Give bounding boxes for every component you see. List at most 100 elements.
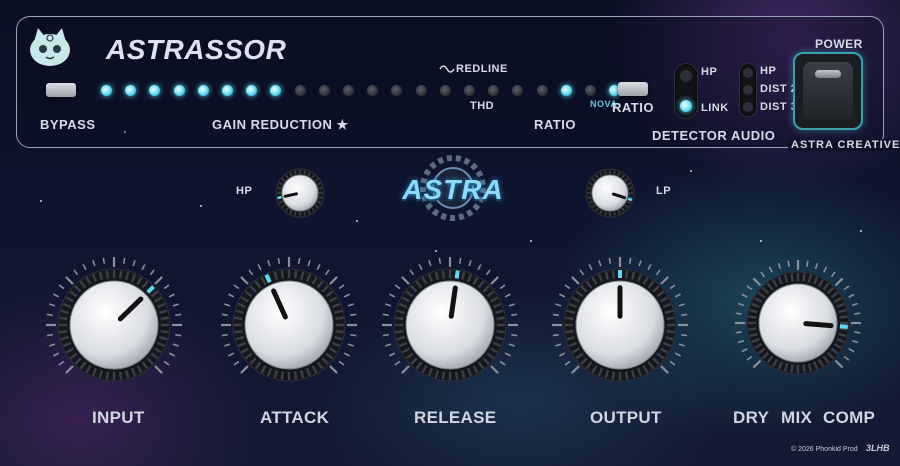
knob-grip-notch — [105, 371, 110, 380]
output-label: OUTPUT — [590, 408, 662, 427]
meter-led — [439, 85, 451, 96]
knob-scale-tick — [564, 360, 571, 366]
power-button[interactable] — [793, 52, 863, 130]
mascot-logo-icon — [26, 24, 74, 68]
knob-scale-tick — [329, 365, 338, 374]
meter-led — [464, 85, 475, 96]
astra-logo-text: ASTRA — [402, 174, 504, 205]
audio-dist2-dot — [743, 85, 753, 95]
knob-scale-tick — [257, 264, 262, 271]
knob-scale-tick — [823, 266, 828, 273]
knob-scale-tick — [343, 352, 350, 357]
knob-grip-notch — [277, 187, 282, 190]
meter-led — [294, 85, 306, 96]
knob-scale-tick — [768, 266, 773, 273]
knob-indicator-tick — [454, 270, 460, 279]
knob-scale-tick — [394, 284, 401, 290]
bypass-label: BYPASS — [40, 117, 96, 132]
audio-option-dist2: DIST 2 — [760, 83, 798, 95]
meter-led — [318, 85, 330, 96]
knob-scale-tick — [854, 331, 861, 334]
knob-scale-tick — [141, 264, 146, 271]
mix-knob[interactable] — [733, 258, 863, 388]
detector-switch[interactable] — [675, 64, 697, 118]
audio-switch[interactable] — [740, 64, 756, 116]
knob-scale-tick — [669, 360, 676, 366]
knob-scale-tick — [843, 355, 850, 361]
attack-knob[interactable] — [219, 255, 359, 395]
ratio-button-label: RATIO — [612, 100, 654, 115]
knob-scale-tick — [350, 333, 357, 337]
knob-scale-tick — [598, 260, 602, 267]
knob-scale-tick — [834, 359, 844, 369]
knob-scale-tick — [490, 365, 499, 374]
ratio-label: RATIO — [534, 117, 576, 132]
knob-cap — [405, 280, 495, 370]
knob-scale-tick — [163, 284, 170, 290]
output-knob[interactable] — [550, 255, 690, 395]
thd-label: THD — [470, 100, 495, 112]
knob-grip-notch — [59, 316, 68, 321]
knob-indicator-tick — [839, 324, 849, 329]
knob-scale-tick — [741, 293, 748, 298]
audio-option-hp: HP — [760, 65, 777, 77]
audio-dist3-dot — [743, 102, 753, 112]
hp-filter-knob[interactable] — [274, 167, 326, 219]
release-knob[interactable] — [380, 255, 520, 395]
knob-grip-notch — [454, 371, 459, 380]
meter-led — [173, 85, 185, 96]
knob-grip-notch — [611, 270, 616, 279]
knob-grip-notch — [790, 364, 794, 373]
knob-scale-tick — [338, 360, 345, 366]
knob-scale-tick — [385, 303, 392, 307]
bypass-button[interactable] — [46, 83, 76, 97]
knob-scale-tick — [168, 293, 175, 298]
gain-reduction-label: GAIN REDUCTION ★ — [212, 117, 349, 132]
knob-scale-tick — [571, 365, 580, 374]
knob-grip-notch — [395, 316, 404, 321]
knob-scale-tick — [73, 269, 79, 276]
knob-scale-tick — [172, 343, 179, 347]
knob-scale-tick — [389, 293, 396, 298]
knob-grip-notch — [628, 187, 633, 190]
knob-grip-notch — [280, 371, 285, 380]
lp-filter-knob[interactable] — [584, 167, 636, 219]
knob-scale-tick — [240, 276, 249, 285]
knob-scale-tick — [848, 293, 855, 298]
knob-scale-tick — [552, 313, 559, 317]
input-knob[interactable] — [44, 255, 184, 395]
detector-option-link: LINK — [701, 102, 729, 114]
knob-scale-tick — [777, 262, 782, 270]
knob-scale-tick — [660, 276, 669, 285]
knob-cap — [281, 174, 319, 212]
knob-grip-notch — [666, 329, 675, 334]
knob-grip-notch — [604, 170, 607, 175]
knob-grip-notch — [441, 270, 446, 279]
knob-scale-tick — [438, 257, 442, 264]
knob-scale-tick — [172, 303, 179, 307]
audio-hp-dot — [743, 68, 753, 78]
knob-scale-tick — [46, 333, 53, 337]
ratio-button[interactable] — [618, 82, 648, 96]
knob-scale-tick — [555, 343, 562, 347]
knob-scale-tick — [579, 269, 585, 276]
meter-led — [415, 85, 427, 96]
knob-scale-tick — [669, 284, 676, 290]
app-title: ASTRASSOR — [106, 34, 287, 65]
knob-scale-tick — [324, 269, 330, 276]
meter-led — [101, 85, 112, 96]
knob-scale-tick — [382, 333, 389, 337]
knob-scale-tick — [49, 343, 56, 347]
knob-grip-notch — [234, 316, 243, 321]
knob-scale-tick — [678, 343, 685, 347]
knob-indicator-tick — [627, 197, 633, 202]
meter-led — [197, 85, 209, 96]
knob-scale-tick — [53, 352, 60, 357]
knob-scale-tick — [559, 293, 566, 298]
meter-led — [560, 85, 572, 96]
input-label: INPUT — [92, 408, 145, 427]
power-label: POWER — [815, 37, 863, 51]
knob-scale-tick — [154, 276, 163, 285]
hp-filter-label: HP — [236, 185, 253, 197]
knob-grip-notch — [839, 315, 848, 319]
